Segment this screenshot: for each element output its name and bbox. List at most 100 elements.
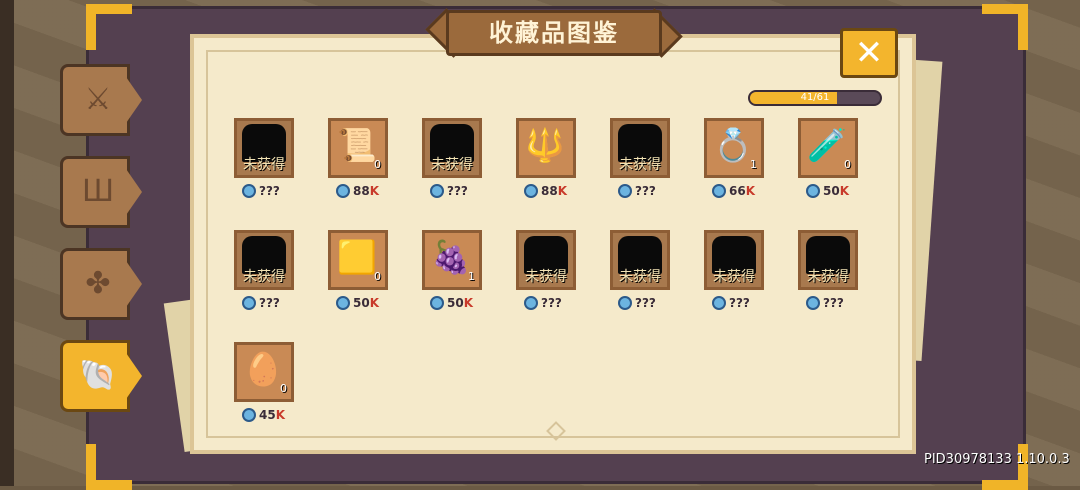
price-unit: K [463,296,474,310]
collection-item[interactable]: 💍 1 66 K [704,118,768,202]
price-value: 66 [729,184,746,198]
price-unit: K [369,184,380,198]
item-icon: 🥚 [243,350,283,388]
price-value: ??? [447,184,468,198]
item-price: ??? [430,182,468,200]
sword-icon: ⚔ [84,82,112,117]
tab-armor[interactable]: Ш [60,156,142,228]
collection-item[interactable]: 🥚 0 45 K [234,342,298,426]
item-price: 66 K [712,182,755,200]
progress-label: 41/61 [800,92,830,103]
collection-item[interactable]: 未获得??? [234,118,298,202]
item-icon: 🍇 [431,238,471,276]
item-price: 88 K [524,182,567,200]
price-unit: K [369,296,380,310]
coin-icon [336,296,350,310]
tab-point [124,350,142,402]
locked-label: 未获得 [243,157,285,173]
shell-icon: 🐚 [79,358,117,393]
item-icon: 🟨 [337,238,377,276]
coin-icon [242,184,256,198]
tab-collections[interactable]: 🐚 [60,340,142,412]
close-icon: ✕ [854,33,884,73]
price-unit: K [745,184,756,198]
coin-icon [430,184,444,198]
collection-item[interactable]: 🟨 0 50 K [328,230,392,314]
left-edge [0,0,14,486]
collection-item[interactable]: 未获得??? [234,230,298,314]
locked-label: 未获得 [525,269,567,285]
locked-label: 未获得 [807,269,849,285]
price-value: ??? [259,184,280,198]
clover-icon: ✤ [85,266,111,301]
collection-item[interactable]: 🔱 88 K [516,118,580,202]
collection-progress: 41/61 [748,90,882,106]
collection-item[interactable]: 未获得??? [704,230,768,314]
coin-icon [618,184,632,198]
coin-icon [336,184,350,198]
locked-label: 未获得 [713,269,755,285]
tab-pets[interactable]: ✤ [60,248,142,320]
item-price: ??? [242,294,280,312]
price-value: ??? [823,296,844,310]
price-value: ??? [635,296,656,310]
build-id: PID30978133 1.10.0.3 [924,452,1070,467]
title-banner: 收藏品图鉴 [416,6,692,64]
item-icon: 🔱 [525,126,565,164]
item-count: 1 [468,270,475,283]
price-unit: K [557,184,568,198]
price-value: 50 [447,296,464,310]
price-unit: K [839,184,850,198]
collection-item[interactable]: 未获得??? [516,230,580,314]
collection-item[interactable]: 未获得??? [610,230,674,314]
armor-icon: Ш [81,174,115,209]
coin-icon [806,184,820,198]
coin-icon [430,296,444,310]
collection-item[interactable]: 未获得??? [798,230,862,314]
collection-item[interactable]: 未获得??? [422,118,486,202]
item-price: ??? [806,294,844,312]
price-value: ??? [635,184,656,198]
price-unit: K [275,408,286,422]
close-button[interactable]: ✕ [840,28,898,78]
price-value: 88 [353,184,370,198]
item-count: 0 [374,158,381,171]
collection-item[interactable]: 🍇 1 50 K [422,230,486,314]
coin-icon [712,296,726,310]
item-price: ??? [618,182,656,200]
collection-item[interactable]: 🧪 0 50 K [798,118,862,202]
coin-icon [524,296,538,310]
item-price: 50 K [336,294,379,312]
item-price: 45 K [242,406,285,424]
collection-item[interactable]: 未获得??? [610,118,674,202]
coin-icon [806,296,820,310]
coin-icon [712,184,726,198]
item-price: ??? [242,182,280,200]
price-value: ??? [541,296,562,310]
tab-weapons[interactable]: ⚔ [60,64,142,136]
page-title: 收藏品图鉴 [489,19,619,47]
price-value: 50 [823,184,840,198]
coin-icon [242,296,256,310]
price-value: ??? [729,296,750,310]
coin-icon [618,296,632,310]
item-price: ??? [618,294,656,312]
locked-label: 未获得 [619,269,661,285]
item-price: 50 K [806,182,849,200]
frame-corner [86,4,132,50]
item-count: 1 [750,158,757,171]
item-count: 0 [844,158,851,171]
price-value: ??? [259,296,280,310]
collection-item[interactable]: 📜 0 88 K [328,118,392,202]
item-price: ??? [524,294,562,312]
frame-corner [982,4,1028,50]
item-price: ??? [712,294,750,312]
coin-icon [242,408,256,422]
item-icon: 📜 [337,126,377,164]
item-icon: 🧪 [807,126,847,164]
item-price: 88 K [336,182,379,200]
tab-point [124,166,142,218]
frame-corner [982,444,1028,490]
tab-point [124,74,142,126]
item-price: 50 K [430,294,473,312]
